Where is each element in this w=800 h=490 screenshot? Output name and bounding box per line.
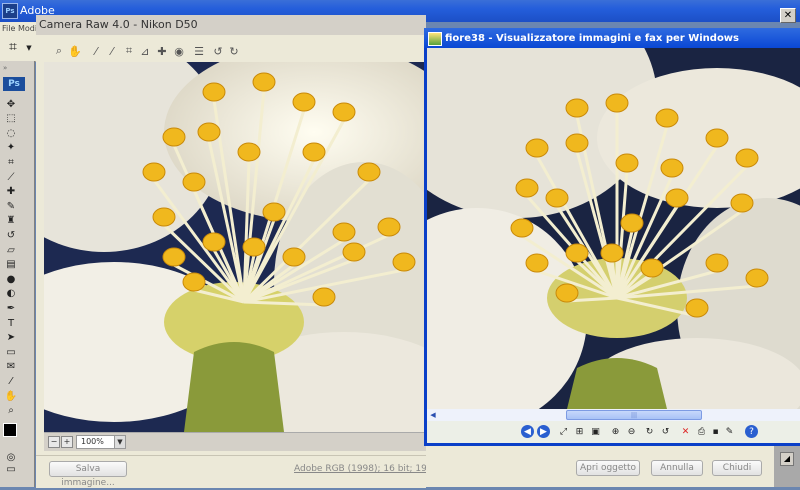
lasso-icon[interactable]: ◌ xyxy=(4,126,18,140)
options-bar: ⌗ ▼ xyxy=(0,35,36,62)
next-icon[interactable]: ▶ xyxy=(537,425,550,438)
camera-raw-footer: Salva immagine... Adobe RGB (1998); 16 b… xyxy=(36,455,563,488)
crop-icon[interactable]: ⌗ xyxy=(122,44,136,58)
retouch-icon[interactable]: ✚ xyxy=(155,44,169,58)
close-icon[interactable]: ✕ xyxy=(780,8,796,23)
type-icon[interactable]: T xyxy=(4,316,18,330)
dodge-icon[interactable]: ◐ xyxy=(4,287,18,301)
photoshop-menubar: File Modi xyxy=(0,22,37,35)
clone-stamp-icon[interactable]: ♜ xyxy=(4,214,18,228)
photoshop-logo: Ps xyxy=(3,77,25,91)
camera-raw-window: Camera Raw 4.0 - Nikon D50 ⌕ ✋ ⁄ ⁄ ⌗ ⊿ ✚ ◉ ☰ ↺ ↻ −… xyxy=(36,15,563,488)
camera-raw-preview[interactable] xyxy=(44,62,426,432)
rotate-right-icon[interactable]: ↻ xyxy=(227,44,241,58)
healing-brush-icon[interactable]: ✚ xyxy=(4,185,18,199)
zoom-in-icon[interactable]: ⊕ xyxy=(609,425,622,438)
white-balance-icon[interactable]: ⁄ xyxy=(89,44,103,58)
marquee-icon[interactable]: ⬚ xyxy=(4,112,18,126)
zoom-in-icon[interactable]: + xyxy=(61,436,73,448)
close-button[interactable]: Chiudi xyxy=(712,460,762,476)
menu-file[interactable]: File xyxy=(2,24,15,33)
zoom-icon[interactable]: ⌕ xyxy=(4,404,18,418)
delete-icon[interactable]: ✕ xyxy=(679,425,692,438)
horizontal-scrollbar[interactable]: ◀ ||| xyxy=(427,409,800,421)
best-fit-icon[interactable]: ⤢ xyxy=(557,425,570,438)
slideshow-icon[interactable]: ▣ xyxy=(589,425,602,438)
chevron-down-icon: ▼ xyxy=(114,436,125,448)
red-eye-icon[interactable]: ◉ xyxy=(172,44,186,58)
blur-icon[interactable]: ● xyxy=(4,272,18,286)
photoshop-app-icon: Ps xyxy=(2,3,18,19)
eraser-icon[interactable]: ▱ xyxy=(4,243,18,257)
resize-handle-icon[interactable]: ◢ xyxy=(780,452,794,466)
zoom-out-icon[interactable]: − xyxy=(48,436,60,448)
camera-raw-toolbar: ⌕ ✋ ⁄ ⁄ ⌗ ⊿ ✚ ◉ ☰ ↺ ↻ xyxy=(44,39,426,63)
flower-photo xyxy=(44,62,426,432)
notes-icon[interactable]: ✉ xyxy=(4,360,18,374)
move-icon[interactable]: ✥ xyxy=(4,97,18,111)
rotate-counterclockwise-icon[interactable]: ↺ xyxy=(659,425,672,438)
gradient-icon[interactable]: ▤ xyxy=(4,258,18,272)
crop-tool-preset-icon[interactable]: ⌗ xyxy=(6,39,20,55)
preferences-icon[interactable]: ☰ xyxy=(192,44,206,58)
open-object-button[interactable]: Apri oggetto xyxy=(576,460,640,476)
foreground-color-swatch[interactable] xyxy=(3,423,17,437)
picture-viewer-image[interactable] xyxy=(427,48,800,409)
help-icon[interactable]: ? xyxy=(745,425,758,438)
history-brush-icon[interactable]: ↺ xyxy=(4,228,18,242)
chevron-down-icon[interactable]: ▼ xyxy=(22,41,36,55)
picture-viewer-title: fiore38 - Visualizzatore immagini e fax … xyxy=(445,33,739,44)
zoom-value: 100% xyxy=(81,437,104,446)
actual-size-icon[interactable]: ⊞ xyxy=(573,425,586,438)
picture-viewer-app-icon xyxy=(428,32,442,46)
magic-wand-icon[interactable]: ✦ xyxy=(4,141,18,155)
print-icon[interactable]: ⎙ xyxy=(695,425,708,438)
screen-mode-icon[interactable]: ▭ xyxy=(4,462,18,476)
brush-icon[interactable]: ✎ xyxy=(4,199,18,213)
camera-raw-statusbar: − + 100% ▼ xyxy=(44,432,426,451)
hand-icon[interactable]: ✋ xyxy=(4,389,18,403)
hand-icon[interactable]: ✋ xyxy=(68,44,82,58)
toolbox-grip: » xyxy=(3,64,8,72)
color-sampler-icon[interactable]: ⁄ xyxy=(105,44,119,58)
camera-raw-title: Camera Raw 4.0 - Nikon D50 xyxy=(39,18,198,31)
crop-icon[interactable]: ⌗ xyxy=(4,155,18,169)
camera-raw-footer-right: Apri oggetto Annulla Chiudi xyxy=(426,441,774,487)
menu-modify[interactable]: Modi xyxy=(18,24,37,33)
slice-icon[interactable]: ⟋ xyxy=(4,170,18,184)
flower-photo xyxy=(427,48,800,409)
path-selection-icon[interactable]: ➤ xyxy=(4,331,18,345)
rotate-left-icon[interactable]: ↺ xyxy=(211,44,225,58)
shape-icon[interactable]: ▭ xyxy=(4,345,18,359)
pen-icon[interactable]: ✒ xyxy=(4,301,18,315)
previous-icon[interactable]: ◀ xyxy=(521,425,534,438)
zoom-icon[interactable]: ⌕ xyxy=(52,44,66,58)
save-image-button[interactable]: Salva immagine... xyxy=(49,461,127,488)
save-icon[interactable]: ▪ xyxy=(709,425,722,438)
scrollbar-thumb[interactable]: ||| xyxy=(566,410,702,420)
camera-raw-titlebar: Camera Raw 4.0 - Nikon D50 xyxy=(36,15,426,35)
scroll-left-icon[interactable]: ◀ xyxy=(428,410,438,420)
toolbox: » Ps ✥ ⬚ ◌ ✦ ⌗ ⟋ ✚ ✎ ♜ ↺ ▱ ▤ ● ◐ ✒ T ➤ ▭ ✉ ⁄ ✋ ⌕ ◎ ▭ xyxy=(0,61,35,487)
picture-viewer-titlebar: fiore38 - Visualizzatore immagini e fax … xyxy=(424,28,800,48)
picture-viewer-window: fiore38 - Visualizzatore immagini e fax … xyxy=(424,28,800,446)
rotate-clockwise-icon[interactable]: ↻ xyxy=(643,425,656,438)
picture-viewer-toolbar: ◀ ▶ ⤢ ⊞ ▣ ⊕ ⊖ ↻ ↺ ✕ ⎙ ▪ ✎? xyxy=(427,421,800,443)
open-in-editor-icon[interactable]: ✎ xyxy=(723,425,736,438)
zoom-out-icon[interactable]: ⊖ xyxy=(625,425,638,438)
zoom-select[interactable]: 100% ▼ xyxy=(76,435,126,449)
eyedropper-icon[interactable]: ⁄ xyxy=(4,374,18,388)
cancel-button[interactable]: Annulla xyxy=(651,460,703,476)
straighten-icon[interactable]: ⊿ xyxy=(138,44,152,58)
